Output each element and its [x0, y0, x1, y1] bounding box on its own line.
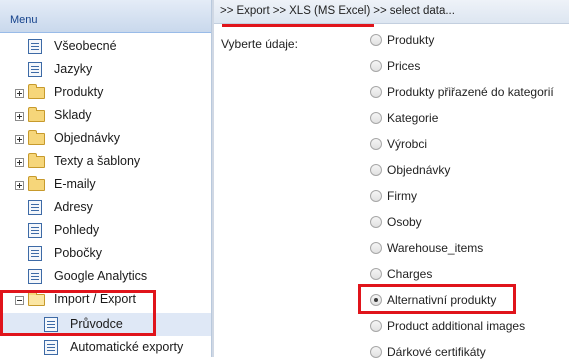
sidebar-item-pohledy[interactable]: Pohledy — [0, 219, 211, 242]
folder-icon — [28, 84, 45, 99]
radio-option-osoby[interactable]: Osoby — [369, 212, 569, 234]
radio-label[interactable]: Objednávky — [387, 163, 450, 177]
sidebar-item-jazyky[interactable]: Jazyky — [0, 58, 211, 81]
radio-option-product-additional-images[interactable]: Product additional images — [369, 316, 569, 338]
breadcrumb-bar: >> Export >> XLS (MS Excel) >> select data... — [214, 0, 569, 24]
radio-label[interactable]: Prices — [387, 59, 420, 73]
expand-icon[interactable] — [15, 135, 24, 144]
sidebar-header: Menu — [0, 0, 211, 33]
sidebar-item-label: Jazyky — [54, 62, 93, 76]
sidebar-item-label: Adresy — [54, 200, 93, 214]
expand-icon[interactable] — [15, 89, 24, 98]
sidebar-item-produkty[interactable]: Produkty — [0, 81, 211, 104]
sidebar-item-google-analytics[interactable]: Google Analytics — [0, 265, 211, 288]
sidebar-item-label: Objednávky — [54, 131, 121, 145]
data-selection-label: Vyberte údaje: — [221, 37, 298, 51]
breadcrumb-separator: >> — [220, 5, 234, 17]
radio-option-firmy[interactable]: Firmy — [369, 186, 569, 208]
sidebar-item-label: Automatické exporty — [70, 340, 184, 354]
annotation-underline — [222, 24, 374, 27]
breadcrumb-item-export[interactable]: Export — [236, 5, 269, 17]
breadcrumb-separator: >> — [272, 5, 287, 17]
folder-icon — [28, 153, 45, 168]
breadcrumb-item-current: select data... — [389, 5, 455, 17]
radio-option-kategorie[interactable]: Kategorie — [369, 108, 569, 130]
expand-icon[interactable] — [15, 158, 24, 167]
radio-button[interactable] — [370, 138, 382, 150]
radio-button[interactable] — [370, 242, 382, 254]
radio-button[interactable] — [370, 268, 382, 280]
sidebar-item-label: Pohledy — [54, 223, 100, 237]
radio-option-charges[interactable]: Charges — [369, 264, 569, 286]
radio-option-prices[interactable]: Prices — [369, 56, 569, 78]
radio-button[interactable] — [370, 112, 382, 124]
sidebar-item-sklady[interactable]: Sklady — [0, 104, 211, 127]
radio-button[interactable] — [370, 164, 382, 176]
expand-icon[interactable] — [15, 112, 24, 121]
radio-option-warehouse-items[interactable]: Warehouse_items — [369, 238, 569, 260]
radio-label[interactable]: Kategorie — [387, 111, 438, 125]
radio-label[interactable]: Firmy — [387, 189, 417, 203]
radio-button[interactable] — [370, 34, 382, 46]
radio-button[interactable] — [370, 86, 382, 98]
radio-label[interactable]: Osoby — [387, 215, 422, 229]
radio-button[interactable] — [370, 60, 382, 72]
radio-option-vyrobci[interactable]: Výrobci — [369, 134, 569, 156]
radio-label[interactable]: Produkty — [387, 33, 434, 47]
sidebar-item-e-maily[interactable]: E-maily — [0, 173, 211, 196]
folder-icon — [28, 107, 45, 122]
sidebar-item-vseobecne[interactable]: Všeobecné — [0, 35, 211, 58]
annotation-highlight-box — [0, 290, 156, 336]
radio-label[interactable]: Warehouse_items — [387, 241, 483, 255]
breadcrumb: >> Export >> XLS (MS Excel) >> select data... — [220, 5, 458, 17]
sidebar-item-label: Všeobecné — [54, 39, 117, 53]
radio-option-objednavky[interactable]: Objednávky — [369, 160, 569, 182]
page-icon — [28, 269, 42, 284]
sidebar-title: Menu — [10, 14, 38, 26]
sidebar-item-label: E-maily — [54, 177, 96, 191]
sidebar-item-label: Sklady — [54, 108, 92, 122]
sidebar-item-label: Google Analytics — [54, 269, 148, 283]
sidebar-item-label: Produkty — [54, 85, 104, 99]
page-icon — [44, 340, 58, 355]
page-icon — [28, 39, 42, 54]
breadcrumb-separator: >> — [373, 5, 387, 17]
page-icon — [28, 223, 42, 238]
radio-button[interactable] — [370, 346, 382, 358]
radio-option-produkty-kategorie[interactable]: Produkty přiřazené do kategorií — [369, 82, 569, 104]
annotation-highlight-box — [358, 284, 516, 314]
radio-option-darkove-certifikaty[interactable]: Dárkové certifikáty — [369, 342, 569, 364]
sidebar-item-label: Texty a šablony — [54, 154, 141, 168]
breadcrumb-item-xls[interactable]: XLS (MS Excel) — [289, 5, 370, 17]
radio-button[interactable] — [370, 216, 382, 228]
radio-label[interactable]: Product additional images — [387, 319, 525, 333]
expand-icon[interactable] — [15, 181, 24, 190]
radio-label[interactable]: Charges — [387, 267, 432, 281]
sidebar-item-texty-a-sablony[interactable]: Texty a šablony — [0, 150, 211, 173]
radio-label[interactable]: Produkty přiřazené do kategorií — [387, 85, 554, 99]
sidebar-item-adresy[interactable]: Adresy — [0, 196, 211, 219]
page-icon — [28, 200, 42, 215]
sidebar-item-objednavky[interactable]: Objednávky — [0, 127, 211, 150]
radio-option-produkty[interactable]: Produkty — [369, 30, 569, 52]
radio-button[interactable] — [370, 320, 382, 332]
sidebar-item-pobocky[interactable]: Pobočky — [0, 242, 211, 265]
folder-icon — [28, 130, 45, 145]
radio-button[interactable] — [370, 190, 382, 202]
page-icon — [28, 246, 42, 261]
sidebar-item-label: Pobočky — [54, 246, 102, 260]
folder-icon — [28, 176, 45, 191]
sidebar-item-automaticke-exporty[interactable]: Automatické exporty — [0, 336, 211, 357]
page-icon — [28, 62, 42, 77]
radio-label[interactable]: Výrobci — [387, 137, 427, 151]
